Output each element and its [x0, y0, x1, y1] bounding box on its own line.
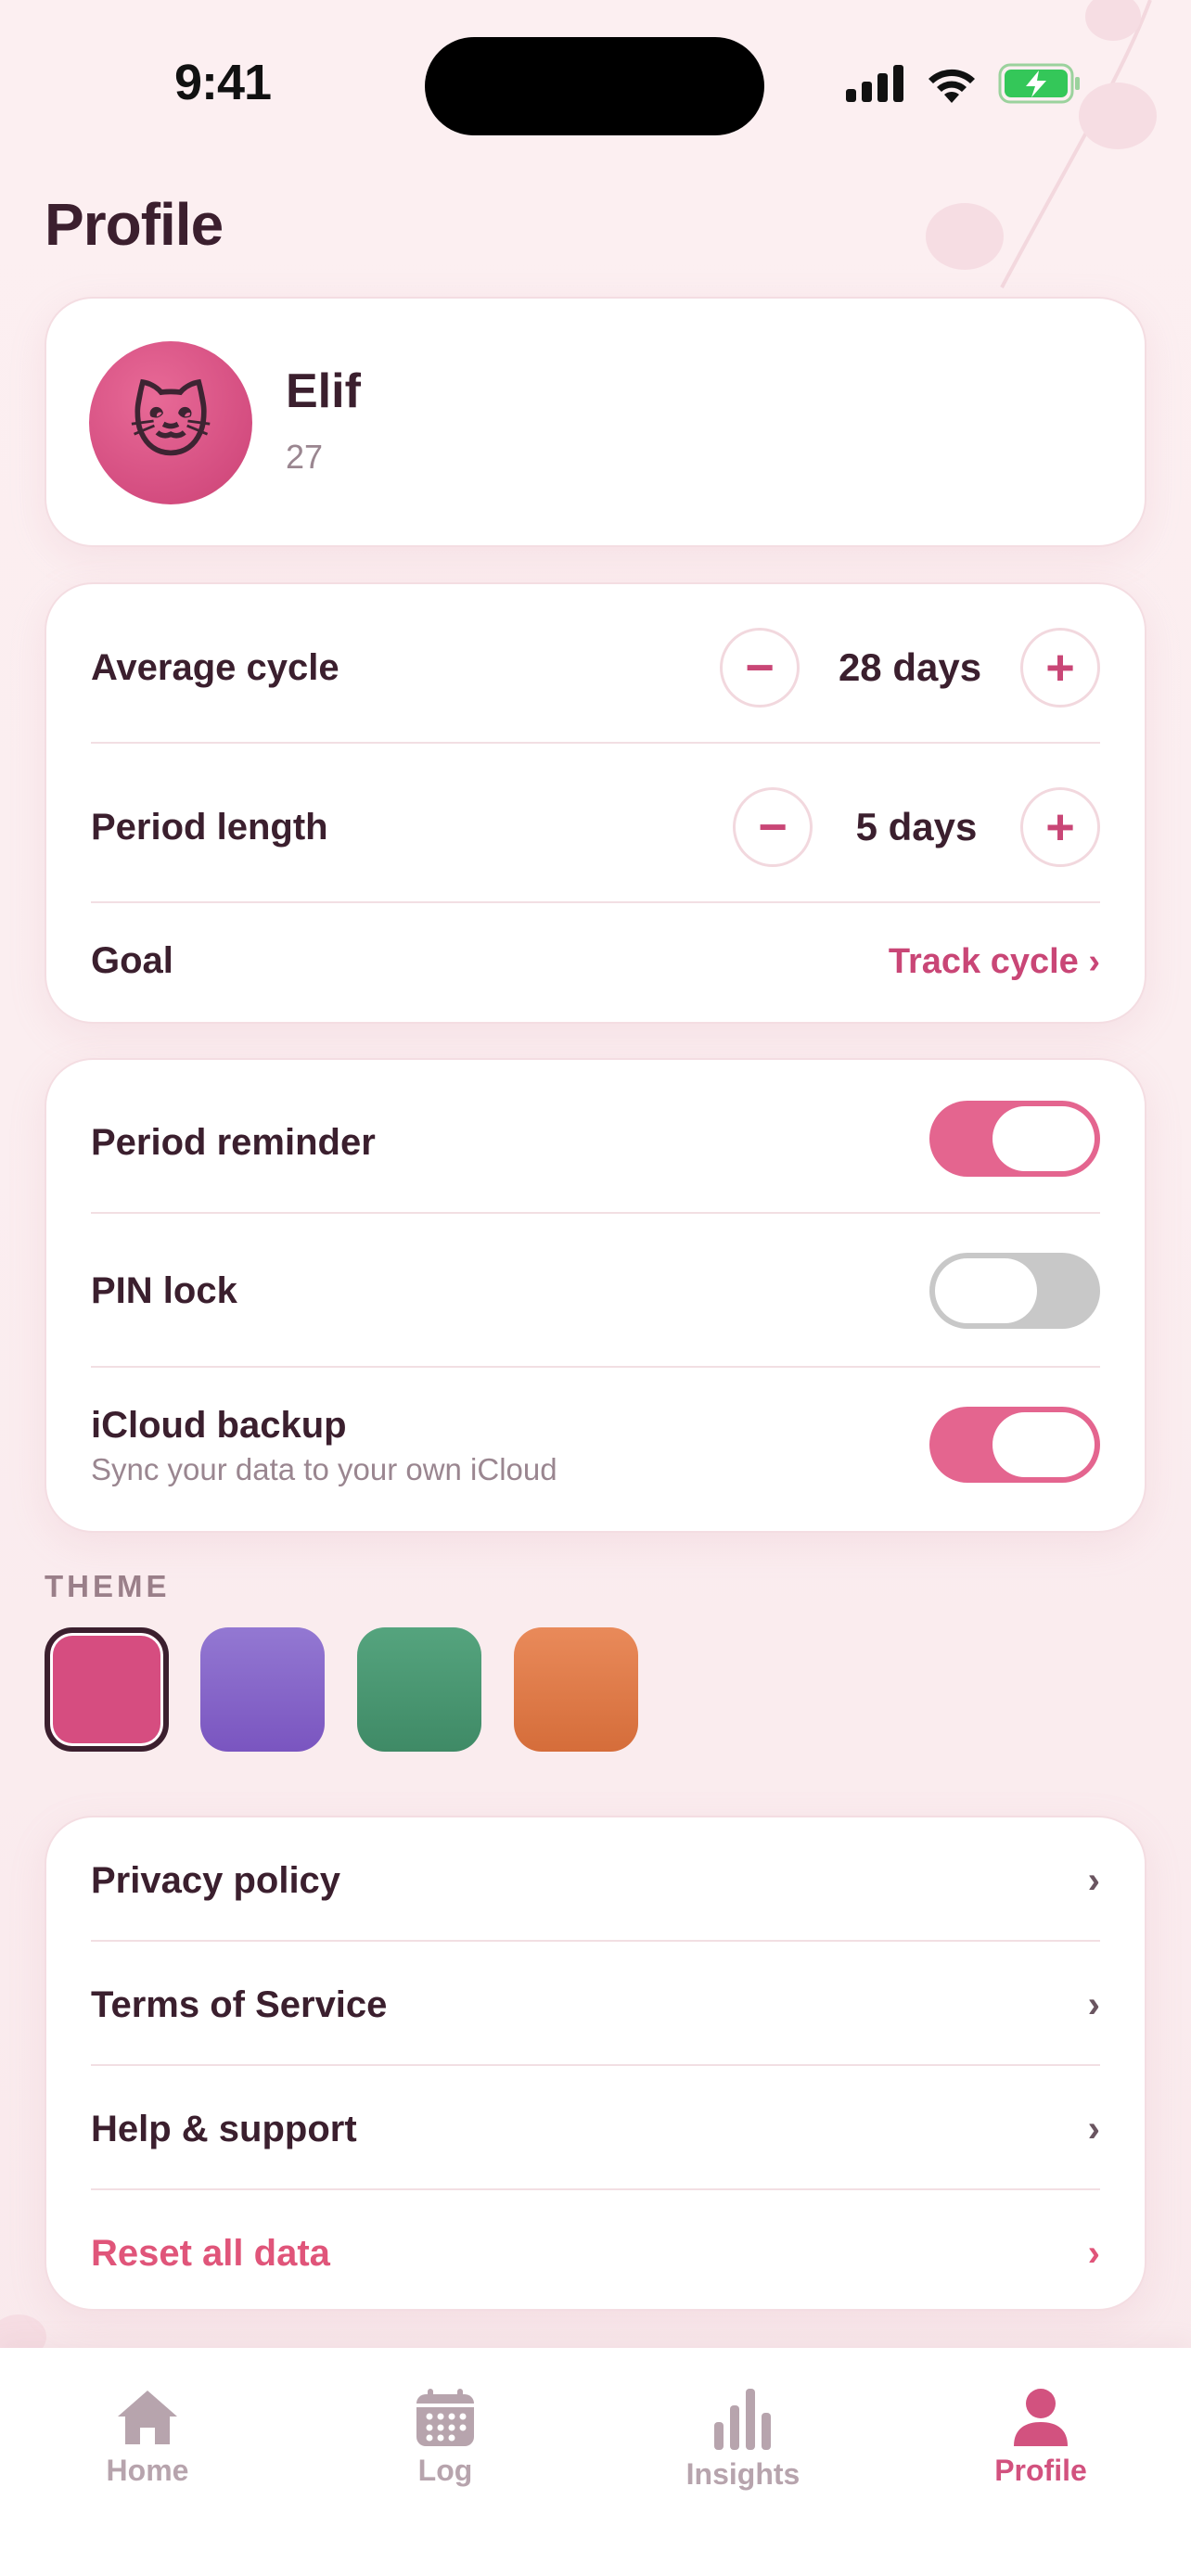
average-cycle-value: 28 days: [838, 645, 982, 689]
help-support-label: Help & support: [91, 2108, 357, 2149]
icloud-backup-label: iCloud backup: [91, 1405, 347, 1446]
average-cycle-decrement-button[interactable]: −: [720, 628, 800, 708]
chevron-right-icon: ›: [1087, 1984, 1100, 2025]
profile-age: 27: [286, 438, 324, 476]
tab-profile[interactable]: Profile: [939, 2387, 1143, 2488]
profile-name: Elif: [286, 364, 361, 418]
theme-swatch-pink[interactable]: [45, 1627, 169, 1752]
divider: [91, 2188, 1100, 2190]
tab-insights[interactable]: Insights: [641, 2387, 845, 2492]
avatar[interactable]: 🐱: [89, 341, 252, 504]
divider: [91, 901, 1100, 903]
period-length-increment-button[interactable]: +: [1020, 787, 1100, 867]
preferences-card: Period reminder PIN lock iCloud backup S…: [45, 1058, 1146, 1533]
period-length-stepper: − 5 days +: [733, 787, 1100, 867]
period-length-label: Period length: [91, 806, 328, 848]
theme-swatch-orange[interactable]: [514, 1627, 638, 1752]
page-title: Profile: [45, 191, 224, 258]
profile-card[interactable]: 🐱 Elif 27: [45, 297, 1146, 547]
status-bar: 9:41: [0, 0, 1191, 176]
period-length-value: 5 days: [855, 805, 978, 848]
tab-insights-label: Insights: [685, 2457, 800, 2491]
goal-label: Goal: [91, 939, 173, 981]
dynamic-island: [425, 37, 764, 135]
divider: [91, 2064, 1100, 2066]
theme-swatch-green[interactable]: [357, 1627, 481, 1752]
wifi-icon: [928, 69, 975, 103]
cellular-signal-icon: [846, 65, 903, 102]
chevron-right-icon: ›: [1087, 1860, 1100, 1901]
average-cycle-label: Average cycle: [91, 646, 339, 688]
pin-lock-toggle[interactable]: [929, 1253, 1100, 1329]
status-time: 9:41: [174, 55, 272, 110]
divider: [91, 742, 1100, 744]
bar-chart-icon: [714, 2389, 771, 2450]
average-cycle-stepper: − 28 days +: [720, 628, 1100, 708]
calendar-icon: [416, 2389, 474, 2446]
theme-swatch-purple[interactable]: [200, 1627, 325, 1752]
goal-value-link[interactable]: Track cycle ›: [889, 942, 1100, 982]
icloud-backup-text: iCloud backup Sync your data to your own…: [91, 1405, 557, 1487]
tab-bar: Home Log Insights Profile: [0, 2348, 1191, 2576]
home-icon: [118, 2391, 177, 2444]
privacy-policy-label: Privacy policy: [91, 1859, 341, 1901]
tab-log[interactable]: Log: [343, 2387, 547, 2488]
tab-home-label: Home: [106, 2454, 189, 2487]
divider: [91, 1366, 1100, 1368]
chevron-right-icon: ›: [1087, 2109, 1100, 2149]
terms-of-service-row[interactable]: Terms of Service: [91, 1977, 1100, 2033]
privacy-policy-row[interactable]: Privacy policy: [91, 1853, 1100, 1908]
tab-log-label: Log: [417, 2454, 473, 2487]
icloud-backup-toggle[interactable]: [929, 1407, 1100, 1483]
tab-home[interactable]: Home: [45, 2387, 250, 2488]
tab-profile-label: Profile: [994, 2454, 1087, 2487]
battery-charging-icon: [998, 63, 1080, 104]
average-cycle-increment-button[interactable]: +: [1020, 628, 1100, 708]
divider: [91, 1940, 1100, 1942]
reset-all-data-row[interactable]: Reset all data: [91, 2225, 1100, 2281]
help-support-row[interactable]: Help & support: [91, 2101, 1100, 2157]
person-icon: [1014, 2389, 1068, 2446]
theme-section-label: THEME: [45, 1569, 171, 1603]
links-card: Privacy policy › Terms of Service › Help…: [45, 1816, 1146, 2311]
chevron-right-icon: ›: [1087, 2233, 1100, 2274]
icloud-backup-subtitle: Sync your data to your own iCloud: [91, 1452, 557, 1486]
pin-lock-label: PIN lock: [91, 1269, 237, 1311]
cycle-settings-card: Average cycle − 28 days + Period length …: [45, 582, 1146, 1024]
divider: [91, 1212, 1100, 1214]
period-reminder-toggle[interactable]: [929, 1101, 1100, 1177]
period-reminder-label: Period reminder: [91, 1121, 376, 1163]
terms-of-service-label: Terms of Service: [91, 1983, 388, 2025]
period-length-decrement-button[interactable]: −: [733, 787, 813, 867]
reset-all-data-label: Reset all data: [91, 2232, 330, 2274]
